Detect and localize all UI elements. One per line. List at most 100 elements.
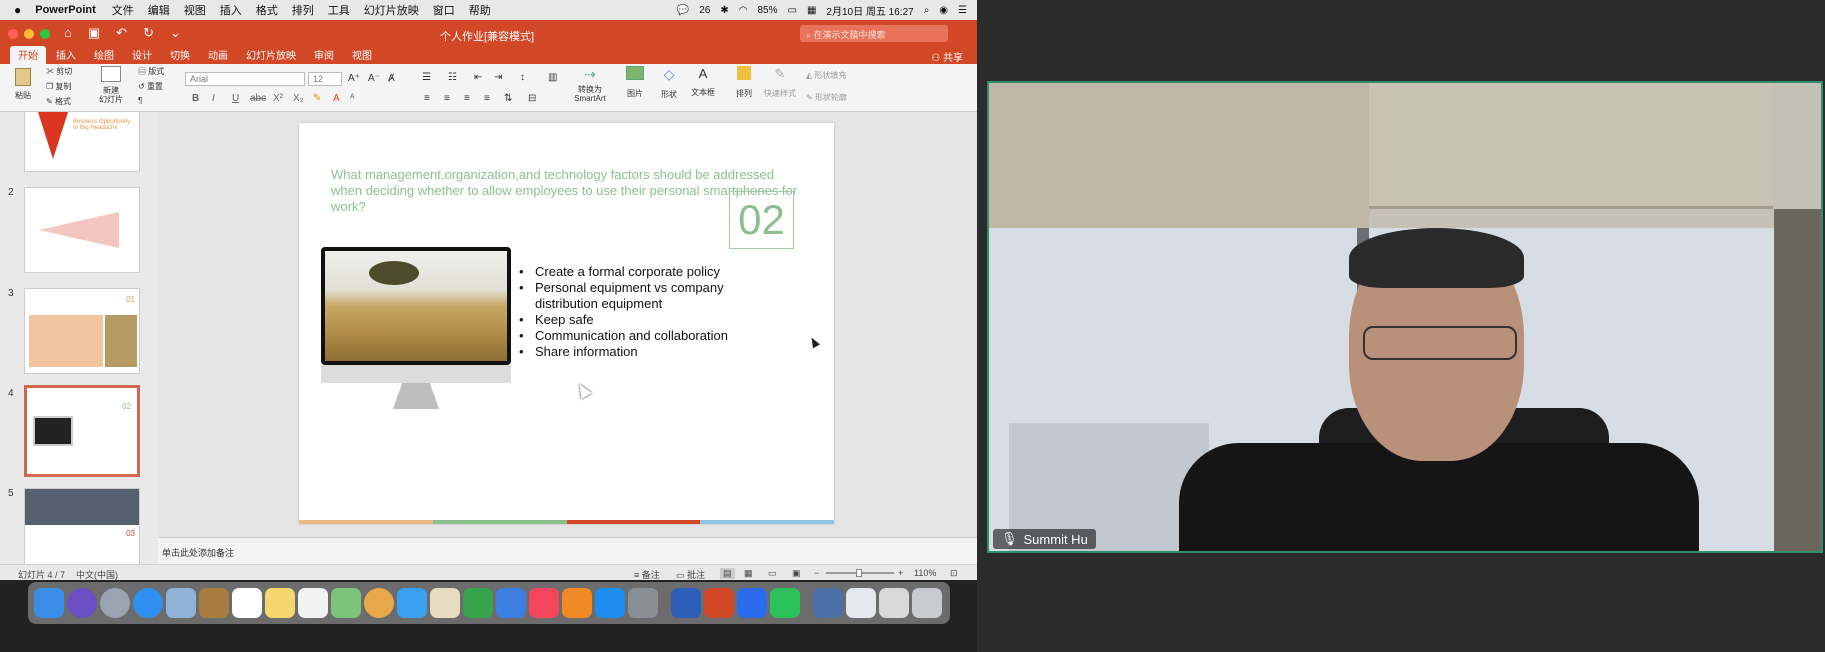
datetime[interactable]: 2月10日 周五 16:27: [826, 3, 913, 18]
strikethrough-icon[interactable]: abc: [250, 93, 266, 104]
quick-styles-button[interactable]: ✎ 快速样式: [762, 66, 798, 99]
grow-font-icon[interactable]: A⁺: [348, 73, 360, 84]
documents-folder-icon[interactable]: [879, 588, 909, 618]
menu-file[interactable]: 文件: [112, 2, 134, 18]
justify-icon[interactable]: ≡: [484, 93, 490, 104]
menu-window[interactable]: 窗口: [433, 2, 455, 18]
battery-icon[interactable]: ▭: [788, 5, 797, 16]
safari-icon[interactable]: [133, 588, 163, 618]
zoom-level[interactable]: 110%: [914, 568, 936, 578]
siri-dock-icon[interactable]: [67, 588, 97, 618]
menu-slideshow[interactable]: 幻灯片放映: [364, 2, 419, 18]
subscript-icon[interactable]: X₂: [293, 93, 304, 104]
tab-draw[interactable]: 绘图: [86, 46, 122, 64]
home-icon[interactable]: ⌂: [64, 25, 72, 41]
bullet-item[interactable]: Communication and collaboration: [519, 328, 749, 344]
underline-icon[interactable]: U: [232, 93, 239, 104]
keynote-icon[interactable]: [496, 588, 526, 618]
powerpoint-icon[interactable]: [704, 588, 734, 618]
cut-button[interactable]: ✂ 剪切: [46, 66, 72, 77]
slide-thumbnail-3[interactable]: 01: [24, 288, 140, 374]
slide-thumbnail-5[interactable]: 03: [24, 488, 140, 564]
fit-slide-icon[interactable]: ⊡: [950, 568, 958, 579]
apple-icon[interactable]: ●: [14, 3, 21, 17]
monitor-graphic[interactable]: [321, 247, 511, 415]
slideshow-view-icon[interactable]: ▣: [792, 568, 801, 579]
textedit-icon[interactable]: [430, 588, 460, 618]
tab-insert[interactable]: 插入: [48, 46, 84, 64]
zoom-window-button[interactable]: [40, 29, 50, 39]
launchpad-icon[interactable]: [100, 588, 130, 618]
tab-design[interactable]: 设计: [124, 46, 160, 64]
shape-outline-button[interactable]: ✎ 形状轮廓: [806, 92, 847, 103]
messages-icon[interactable]: [397, 588, 427, 618]
section-button[interactable]: ¶: [138, 96, 142, 105]
zoom-in-icon[interactable]: +: [898, 568, 903, 578]
convert-smartart-button[interactable]: ⇢ 转换为 SmartArt: [570, 66, 610, 103]
video-feed[interactable]: 🎙 Summit Hu: [987, 81, 1823, 553]
textbox-button[interactable]: A 文本框: [688, 66, 718, 98]
font-name-select[interactable]: Arial: [185, 72, 305, 86]
menu-format[interactable]: 格式: [256, 2, 278, 18]
tab-review[interactable]: 审阅: [306, 46, 342, 64]
menu-tools[interactable]: 工具: [328, 2, 350, 18]
tab-transitions[interactable]: 切换: [162, 46, 198, 64]
tab-slideshow[interactable]: 幻灯片放映: [238, 46, 304, 64]
text-direction-icon[interactable]: ⇅: [504, 93, 512, 104]
tencent-meeting-icon[interactable]: [737, 588, 767, 618]
align-center-icon[interactable]: ≡: [444, 93, 450, 104]
picture-button[interactable]: 图片: [620, 66, 650, 99]
notes-pane[interactable]: 单击此处添加备注: [158, 537, 977, 564]
menu-insert[interactable]: 插入: [220, 2, 242, 18]
system-preferences-icon[interactable]: [628, 588, 658, 618]
copy-button[interactable]: ❐ 复制: [46, 81, 71, 92]
zoom-out-icon[interactable]: −: [814, 568, 819, 578]
screenshot-icon[interactable]: [846, 588, 876, 618]
shrink-font-icon[interactable]: A⁻: [368, 73, 380, 84]
new-slide-button[interactable]: 新建 幻灯片: [96, 66, 126, 104]
bullet-item[interactable]: Personal equipment vs company distributi…: [519, 280, 749, 312]
word-icon[interactable]: [671, 588, 701, 618]
superscript-icon[interactable]: X²: [273, 93, 283, 104]
preview-icon[interactable]: [166, 588, 196, 618]
font-color-icon[interactable]: A: [333, 93, 340, 104]
numbering-icon[interactable]: ☷: [448, 72, 457, 83]
align-right-icon[interactable]: ≡: [464, 93, 470, 104]
reminders-icon[interactable]: [298, 588, 328, 618]
slide-thumbnail-4[interactable]: 02: [24, 385, 140, 477]
maps-icon[interactable]: [331, 588, 361, 618]
app-store-icon[interactable]: [595, 588, 625, 618]
redo-icon[interactable]: ↻: [143, 25, 154, 41]
numbers-icon[interactable]: [463, 588, 493, 618]
tab-animations[interactable]: 动画: [200, 46, 236, 64]
notes-app-icon[interactable]: [265, 588, 295, 618]
menu-edit[interactable]: 编辑: [148, 2, 170, 18]
share-button[interactable]: ⚇ 共享: [931, 49, 963, 64]
music-icon[interactable]: [529, 588, 559, 618]
reset-button[interactable]: ↺ 重置: [138, 81, 163, 92]
slide-thumbnail-1[interactable]: Business Opportunity or Big Headache: [24, 112, 140, 172]
trash-icon[interactable]: [912, 588, 942, 618]
bullet-item[interactable]: Share information: [519, 344, 749, 360]
calendar-icon[interactable]: [232, 588, 262, 618]
minimize-window-button[interactable]: [24, 29, 34, 39]
italic-icon[interactable]: I: [212, 93, 215, 104]
search-presentation-input[interactable]: ⌕ 在演示文稿中搜索: [800, 25, 948, 42]
wifi-icon[interactable]: ◠: [739, 5, 748, 16]
line-spacing-icon[interactable]: ↕: [520, 72, 525, 83]
slide-sorter-icon[interactable]: ▦: [744, 568, 753, 579]
bullet-item[interactable]: Keep safe: [519, 312, 749, 328]
align-text-icon[interactable]: ⊟: [528, 93, 536, 104]
input-method-icon[interactable]: ▦: [807, 5, 816, 16]
siri-icon[interactable]: ◉: [939, 5, 948, 16]
menu-view[interactable]: 视图: [184, 2, 206, 18]
decrease-indent-icon[interactable]: ⇤: [474, 72, 482, 83]
current-slide[interactable]: What management,organization,and technol…: [299, 123, 834, 524]
zoom-slider-thumb[interactable]: [856, 569, 862, 577]
layout-button[interactable]: ▤ 版式: [138, 66, 164, 77]
microphone-icon[interactable]: 🎙: [1001, 531, 1018, 547]
notebook-icon[interactable]: [199, 588, 229, 618]
spotlight-search-icon[interactable]: ⌕: [924, 5, 930, 16]
menu-arrange[interactable]: 排列: [292, 2, 314, 18]
clear-format-icon[interactable]: Ⱥ: [388, 73, 395, 84]
